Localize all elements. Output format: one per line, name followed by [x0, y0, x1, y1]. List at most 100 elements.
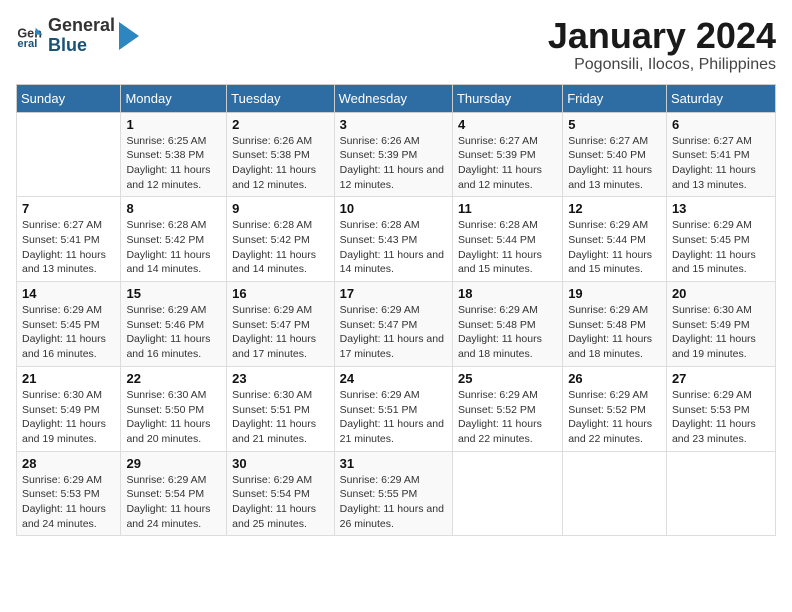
day-info: Sunrise: 6:29 AMSunset: 5:45 PMDaylight:… [22, 303, 115, 362]
day-number: 29 [126, 456, 221, 471]
day-info: Sunrise: 6:29 AMSunset: 5:47 PMDaylight:… [340, 303, 447, 362]
calendar-cell [17, 112, 121, 197]
calendar-cell: 21Sunrise: 6:30 AMSunset: 5:49 PMDayligh… [17, 366, 121, 451]
calendar-cell: 7 Sunrise: 6:27 AMSunset: 5:41 PMDaylight… [17, 197, 121, 282]
day-info: Sunrise: 6:30 AMSunset: 5:50 PMDaylight:… [126, 388, 221, 447]
day-number: 28 [22, 456, 115, 471]
col-header-monday: Monday [121, 84, 227, 112]
day-info: Sunrise: 6:29 AMSunset: 5:51 PMDaylight:… [340, 388, 447, 447]
calendar-cell: 31Sunrise: 6:29 AMSunset: 5:55 PMDayligh… [334, 451, 452, 536]
day-info: Sunrise: 6:27 AMSunset: 5:41 PMDaylight:… [22, 218, 115, 277]
calendar-week-row: 28 Sunrise: 6:29 AMSunset: 5:53 PMDayligh… [17, 451, 776, 536]
calendar-cell: 8Sunrise: 6:28 AMSunset: 5:42 PMDaylight… [121, 197, 227, 282]
calendar-cell: 13 Sunrise: 6:29 AMSunset: 5:45 PMDayligh… [666, 197, 775, 282]
day-number: 11 [458, 201, 557, 216]
day-number: 24 [340, 371, 447, 386]
day-info: Sunrise: 6:27 AMSunset: 5:40 PMDaylight:… [568, 134, 661, 193]
day-info: Sunrise: 6:25 AMSunset: 5:38 PMDaylight:… [126, 134, 221, 193]
calendar-cell: 2Sunrise: 6:26 AMSunset: 5:38 PMDaylight… [227, 112, 334, 197]
calendar-week-row: 21Sunrise: 6:30 AMSunset: 5:49 PMDayligh… [17, 366, 776, 451]
calendar-cell [452, 451, 562, 536]
calendar-cell: 29 Sunrise: 6:29 AMSunset: 5:54 PMDayligh… [121, 451, 227, 536]
day-info: Sunrise: 6:29 AMSunset: 5:52 PMDaylight:… [458, 388, 557, 447]
day-info: Sunrise: 6:30 AMSunset: 5:51 PMDaylight:… [232, 388, 328, 447]
col-header-tuesday: Tuesday [227, 84, 334, 112]
day-number: 1 [126, 117, 221, 132]
logo-blue: Blue [48, 36, 115, 56]
day-info: Sunrise: 6:26 AMSunset: 5:39 PMDaylight:… [340, 134, 447, 193]
calendar-table: SundayMondayTuesdayWednesdayThursdayFrid… [16, 84, 776, 537]
day-info: Sunrise: 6:29 AMSunset: 5:53 PMDaylight:… [672, 388, 770, 447]
calendar-cell [563, 451, 667, 536]
month-title: January 2024 [548, 16, 776, 56]
day-info: Sunrise: 6:28 AMSunset: 5:43 PMDaylight:… [340, 218, 447, 277]
day-info: Sunrise: 6:28 AMSunset: 5:44 PMDaylight:… [458, 218, 557, 277]
day-info: Sunrise: 6:29 AMSunset: 5:53 PMDaylight:… [22, 473, 115, 532]
day-info: Sunrise: 6:29 AMSunset: 5:54 PMDaylight:… [126, 473, 221, 532]
day-info: Sunrise: 6:27 AMSunset: 5:39 PMDaylight:… [458, 134, 557, 193]
day-number: 10 [340, 201, 447, 216]
day-number: 26 [568, 371, 661, 386]
day-number: 6 [672, 117, 770, 132]
day-info: Sunrise: 6:29 AMSunset: 5:45 PMDaylight:… [672, 218, 770, 277]
page-header: Gen eral General Blue January 2024 Pogon… [16, 16, 776, 74]
day-number: 13 [672, 201, 770, 216]
calendar-cell: 30Sunrise: 6:29 AMSunset: 5:54 PMDayligh… [227, 451, 334, 536]
day-number: 12 [568, 201, 661, 216]
calendar-cell: 22 Sunrise: 6:30 AMSunset: 5:50 PMDayligh… [121, 366, 227, 451]
calendar-cell: 24 Sunrise: 6:29 AMSunset: 5:51 PMDayligh… [334, 366, 452, 451]
calendar-cell: 14 Sunrise: 6:29 AMSunset: 5:45 PMDayligh… [17, 282, 121, 367]
location: Pogonsili, Ilocos, Philippines [548, 56, 776, 74]
day-number: 27 [672, 371, 770, 386]
calendar-header-row: SundayMondayTuesdayWednesdayThursdayFrid… [17, 84, 776, 112]
calendar-cell: 5 Sunrise: 6:27 AMSunset: 5:40 PMDaylight… [563, 112, 667, 197]
day-number: 16 [232, 286, 328, 301]
day-number: 5 [568, 117, 661, 132]
day-number: 14 [22, 286, 115, 301]
day-number: 9 [232, 201, 328, 216]
col-header-sunday: Sunday [17, 84, 121, 112]
day-info: Sunrise: 6:29 AMSunset: 5:48 PMDaylight:… [568, 303, 661, 362]
day-info: Sunrise: 6:29 AMSunset: 5:47 PMDaylight:… [232, 303, 328, 362]
day-number: 18 [458, 286, 557, 301]
calendar-cell: 26Sunrise: 6:29 AMSunset: 5:52 PMDayligh… [563, 366, 667, 451]
day-info: Sunrise: 6:30 AMSunset: 5:49 PMDaylight:… [672, 303, 770, 362]
calendar-cell: 11 Sunrise: 6:28 AMSunset: 5:44 PMDayligh… [452, 197, 562, 282]
day-info: Sunrise: 6:29 AMSunset: 5:44 PMDaylight:… [568, 218, 661, 277]
calendar-cell: 27 Sunrise: 6:29 AMSunset: 5:53 PMDayligh… [666, 366, 775, 451]
col-header-thursday: Thursday [452, 84, 562, 112]
calendar-cell: 17 Sunrise: 6:29 AMSunset: 5:47 PMDayligh… [334, 282, 452, 367]
day-number: 30 [232, 456, 328, 471]
calendar-cell: 16 Sunrise: 6:29 AMSunset: 5:47 PMDayligh… [227, 282, 334, 367]
logo-icon: Gen eral [16, 22, 44, 50]
calendar-cell: 15Sunrise: 6:29 AMSunset: 5:46 PMDayligh… [121, 282, 227, 367]
calendar-cell: 18 Sunrise: 6:29 AMSunset: 5:48 PMDayligh… [452, 282, 562, 367]
calendar-cell: 23Sunrise: 6:30 AMSunset: 5:51 PMDayligh… [227, 366, 334, 451]
calendar-cell: 12 Sunrise: 6:29 AMSunset: 5:44 PMDayligh… [563, 197, 667, 282]
day-number: 22 [126, 371, 221, 386]
logo-general: General [48, 16, 115, 36]
day-info: Sunrise: 6:29 AMSunset: 5:55 PMDaylight:… [340, 473, 447, 532]
logo-text: General Blue [48, 16, 115, 56]
day-number: 3 [340, 117, 447, 132]
day-number: 4 [458, 117, 557, 132]
calendar-cell: 28 Sunrise: 6:29 AMSunset: 5:53 PMDayligh… [17, 451, 121, 536]
day-info: Sunrise: 6:28 AMSunset: 5:42 PMDaylight:… [232, 218, 328, 277]
day-number: 19 [568, 286, 661, 301]
day-number: 21 [22, 371, 115, 386]
svg-text:eral: eral [17, 38, 37, 50]
calendar-cell: 10 Sunrise: 6:28 AMSunset: 5:43 PMDayligh… [334, 197, 452, 282]
day-info: Sunrise: 6:27 AMSunset: 5:41 PMDaylight:… [672, 134, 770, 193]
logo-arrow-icon [119, 22, 139, 50]
col-header-saturday: Saturday [666, 84, 775, 112]
day-number: 7 [22, 201, 115, 216]
logo: Gen eral General Blue [16, 16, 139, 56]
day-number: 17 [340, 286, 447, 301]
col-header-friday: Friday [563, 84, 667, 112]
calendar-week-row: 1 Sunrise: 6:25 AMSunset: 5:38 PMDaylight… [17, 112, 776, 197]
calendar-week-row: 14 Sunrise: 6:29 AMSunset: 5:45 PMDayligh… [17, 282, 776, 367]
col-header-wednesday: Wednesday [334, 84, 452, 112]
calendar-cell: 25Sunrise: 6:29 AMSunset: 5:52 PMDayligh… [452, 366, 562, 451]
calendar-cell: 19 Sunrise: 6:29 AMSunset: 5:48 PMDayligh… [563, 282, 667, 367]
day-info: Sunrise: 6:29 AMSunset: 5:48 PMDaylight:… [458, 303, 557, 362]
